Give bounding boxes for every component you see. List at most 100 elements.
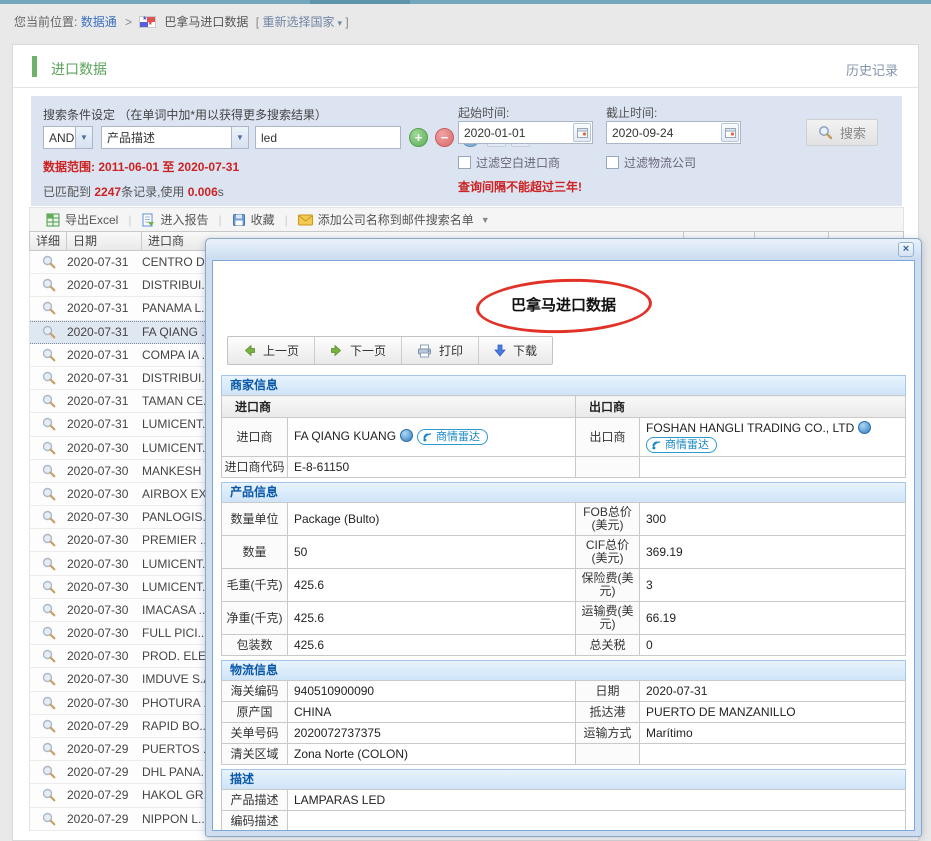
row-date: 2020-07-30 — [67, 464, 142, 478]
logistics-label: 海关编码 — [222, 681, 288, 702]
importer-label: 进口商 — [222, 418, 288, 457]
remove-condition-button[interactable]: − — [435, 128, 454, 147]
start-date-value: 2020-01-01 — [459, 126, 573, 140]
matched-records-text: 已匹配到 2247条记录,使用 0.006s — [43, 183, 224, 200]
magnifier-icon — [42, 719, 56, 733]
magnifier-icon — [42, 672, 56, 686]
empty-label — [576, 457, 640, 478]
page-title: 进口数据 — [51, 59, 107, 79]
row-date: 2020-07-30 — [67, 441, 142, 455]
row-date: 2020-07-30 — [67, 626, 142, 640]
enter-report-button[interactable]: 进入报告 — [133, 211, 216, 228]
calendar-icon[interactable] — [721, 123, 739, 142]
radar-badge[interactable]: 商情雷达 — [646, 437, 717, 453]
add-condition-button[interactable]: + — [409, 128, 428, 147]
end-date-input[interactable]: 2020-09-24 — [606, 121, 741, 144]
radar-badge[interactable]: 商情雷达 — [417, 429, 488, 445]
section-description: 描述 产品描述 LAMPARAS LED 编码描述 — [221, 769, 906, 831]
row-detail-cell[interactable] — [30, 557, 67, 571]
row-detail-cell[interactable] — [30, 371, 67, 385]
row-date: 2020-07-30 — [67, 533, 142, 547]
filter-logistics-label: 过滤物流公司 — [624, 154, 696, 171]
checkbox-unchecked[interactable] — [606, 156, 619, 169]
chevron-down-icon: ▾ — [337, 14, 342, 32]
arrow-left-icon — [243, 344, 256, 357]
row-detail-cell[interactable] — [30, 603, 67, 617]
description-value: LAMPARAS LED — [288, 790, 906, 811]
prev-page-button[interactable]: 上一页 — [228, 337, 315, 364]
end-date-value: 2020-09-24 — [607, 126, 721, 140]
keyword-input[interactable] — [255, 126, 401, 149]
magnifier-icon — [42, 742, 56, 756]
globe-icon[interactable] — [858, 421, 871, 434]
next-page-button[interactable]: 下一页 — [315, 337, 402, 364]
add-mail-list-button[interactable]: 添加公司名称到邮件搜索名单 ▼ — [290, 211, 498, 228]
row-detail-cell[interactable] — [30, 626, 67, 640]
print-button[interactable]: 打印 — [402, 337, 479, 364]
row-detail-cell[interactable] — [30, 533, 67, 547]
product-label: CIF总价(美元) — [576, 536, 640, 569]
row-detail-cell[interactable] — [30, 742, 67, 756]
row-detail-cell[interactable] — [30, 649, 67, 663]
row-detail-cell[interactable] — [30, 325, 67, 339]
search-field-select[interactable]: 产品描述 ▼ — [101, 126, 249, 149]
checkbox-unchecked[interactable] — [458, 156, 471, 169]
row-detail-cell[interactable] — [30, 672, 67, 686]
row-detail-cell[interactable] — [30, 464, 67, 478]
product-value: 425.6 — [288, 635, 576, 656]
close-icon[interactable]: × — [898, 242, 914, 257]
row-detail-cell[interactable] — [30, 696, 67, 710]
breadcrumb-home-link[interactable]: 数据通 — [81, 15, 117, 29]
row-detail-cell[interactable] — [30, 765, 67, 779]
favorite-button[interactable]: 收藏 — [224, 211, 283, 228]
row-detail-cell[interactable] — [30, 255, 67, 269]
row-detail-cell[interactable] — [30, 812, 67, 826]
row-detail-cell[interactable] — [30, 487, 67, 501]
magnifier-icon — [42, 441, 56, 455]
search-button[interactable]: 搜索 — [806, 119, 878, 146]
magnifier-icon — [42, 417, 56, 431]
row-detail-cell[interactable] — [30, 719, 67, 733]
history-link[interactable]: 历史记录 — [846, 60, 898, 79]
product-label: 数量单位 — [222, 503, 288, 536]
search-panel: 搜索条件设定 （在单词中加*用以获得更多搜索结果） AND ▼ 产品描述 ▼ +… — [31, 96, 902, 206]
row-detail-cell[interactable] — [30, 394, 67, 408]
calendar-icon[interactable] — [573, 123, 591, 142]
row-detail-cell[interactable] — [30, 510, 67, 524]
logistics-label: 抵达港 — [576, 702, 640, 723]
modal-titlebar[interactable] — [206, 239, 921, 260]
row-detail-cell[interactable] — [30, 278, 67, 292]
panel-header: 进口数据 历史记录 — [13, 45, 918, 88]
export-excel-button[interactable]: 导出Excel — [38, 211, 126, 228]
product-value: 369.19 — [640, 536, 906, 569]
logistics-value: PUERTO DE MANZANILLO — [640, 702, 906, 723]
magnifier-icon — [42, 348, 56, 362]
product-label: 运输费(美元) — [576, 602, 640, 635]
magnifier-icon — [42, 788, 56, 802]
magnifier-icon — [42, 626, 56, 640]
row-detail-cell[interactable] — [30, 348, 67, 362]
breadcrumb: 您当前位置: 数据通 >★★ 巴拿马进口数据 [ 重新选择国家▾ ] — [14, 13, 349, 31]
row-detail-cell[interactable] — [30, 417, 67, 431]
reselect-country-link[interactable]: 重新选择国家 — [262, 15, 334, 29]
row-date: 2020-07-30 — [67, 649, 142, 663]
arrow-right-icon — [330, 344, 343, 357]
row-date: 2020-07-31 — [67, 371, 142, 385]
start-date-label: 起始时间: — [458, 104, 509, 121]
row-detail-cell[interactable] — [30, 301, 67, 315]
row-detail-cell[interactable] — [30, 441, 67, 455]
exporter-label: 出口商 — [576, 418, 640, 457]
row-date: 2020-07-29 — [67, 812, 142, 826]
product-label: FOB总价(美元) — [576, 503, 640, 536]
magnifier-icon — [42, 649, 56, 663]
start-date-input[interactable]: 2020-01-01 — [458, 121, 593, 144]
download-button[interactable]: 下载 — [479, 337, 552, 364]
bool-operator-select[interactable]: AND ▼ — [43, 126, 93, 149]
globe-icon[interactable] — [400, 429, 413, 442]
bracket-right: ] — [345, 15, 348, 29]
magnifier-icon — [42, 394, 56, 408]
row-detail-cell[interactable] — [30, 580, 67, 594]
magnifier-icon — [42, 255, 56, 269]
row-detail-cell[interactable] — [30, 788, 67, 802]
logistics-value: Zona Norte (COLON) — [288, 744, 576, 765]
